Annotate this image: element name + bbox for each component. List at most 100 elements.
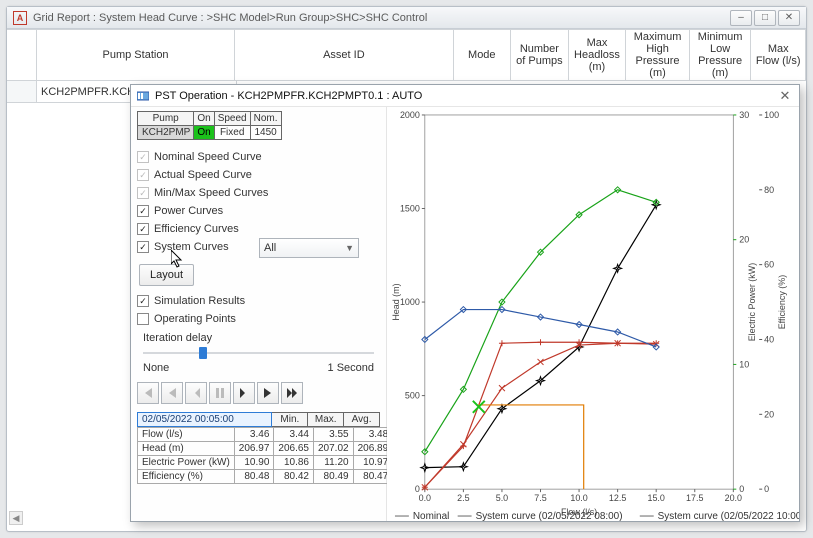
iteration-delay-label: Iteration delay xyxy=(143,332,380,344)
svg-text:80: 80 xyxy=(764,185,774,195)
summary-timestamp[interactable]: 02/05/2022 00:05:00 xyxy=(137,412,272,427)
svg-text:500: 500 xyxy=(405,391,420,401)
system-curves-select-value: All xyxy=(264,242,276,254)
checkbox-label: Power Curves xyxy=(154,205,223,217)
dialog-title-text: PST Operation - KCH2PMPFR.KCH2PMPT0.1 : … xyxy=(155,90,771,102)
svg-text:Nominal: Nominal xyxy=(413,511,449,521)
slider-thumb[interactable] xyxy=(199,347,207,359)
play-button[interactable] xyxy=(257,382,279,404)
svg-text:0: 0 xyxy=(764,484,769,494)
summary-cell: 207.02 xyxy=(313,442,353,456)
pump-table-head-speed: Speed xyxy=(214,112,250,126)
iteration-delay-slider[interactable] xyxy=(143,346,374,360)
checkbox-box-icon xyxy=(137,151,149,163)
summary-cell: 80.42 xyxy=(274,470,314,484)
checkbox-op[interactable]: Operating Points xyxy=(137,310,380,328)
checkbox-label: Efficiency Curves xyxy=(154,223,239,235)
chart-area[interactable]: 05001000150020000.02.55.07.510.012.515.0… xyxy=(387,107,799,521)
step-back-button[interactable] xyxy=(161,382,183,404)
grid-col-6[interactable]: Maximum High Pressure (m) xyxy=(626,29,690,80)
checkbox-label: Operating Points xyxy=(154,313,236,325)
checkbox-label: Actual Speed Curve xyxy=(154,169,252,181)
controls-panel: Pump On Speed Nom. KCH2PMP On Fixed 1450… xyxy=(131,107,387,521)
grid-col-3[interactable]: Mode xyxy=(454,29,512,80)
grid-col-7[interactable]: Minimum Low Pressure (m) xyxy=(690,29,752,80)
svg-text:20: 20 xyxy=(764,409,774,419)
checkbox-sim[interactable]: Simulation Results xyxy=(137,292,380,310)
pump-table-head-on: On xyxy=(194,112,214,126)
grid-col-8[interactable]: Max Flow (l/s) xyxy=(751,29,806,80)
summary-table: 02/05/2022 00:05:00 Min. Max. Avg. Flow … xyxy=(137,412,380,484)
pump-on-cell[interactable]: On xyxy=(194,126,214,140)
svg-text:0: 0 xyxy=(739,484,744,494)
pst-operation-dialog: PST Operation - KCH2PMPFR.KCH2PMPT0.1 : … xyxy=(130,84,800,522)
summary-cell: 3.46 xyxy=(234,428,274,442)
checkbox-label: Min/Max Speed Curves xyxy=(154,187,268,199)
svg-text:10.0: 10.0 xyxy=(570,493,587,503)
svg-text:Efficiency (%): Efficiency (%) xyxy=(777,275,787,329)
maximize-button[interactable]: □ xyxy=(754,10,776,26)
svg-text:1500: 1500 xyxy=(400,203,420,213)
grid-col-1[interactable]: Pump Station xyxy=(37,29,235,80)
svg-text:2.5: 2.5 xyxy=(457,493,469,503)
system-curves-select[interactable]: All ▼ xyxy=(259,238,359,258)
close-button[interactable]: ✕ xyxy=(778,10,800,26)
grid-col-0[interactable] xyxy=(7,29,37,80)
grid-col-2[interactable]: Asset ID xyxy=(235,29,453,80)
pump-table: Pump On Speed Nom. KCH2PMP On Fixed 1450 xyxy=(137,111,282,140)
scroll-left-button[interactable]: ◀ xyxy=(9,511,23,525)
dialog-titlebar[interactable]: PST Operation - KCH2PMPFR.KCH2PMPT0.1 : … xyxy=(131,85,799,107)
svg-text:System curve (02/05/2022 10:00: System curve (02/05/2022 10:00) xyxy=(658,511,799,521)
pump-name-cell[interactable]: KCH2PMP xyxy=(138,126,194,140)
checkbox-power[interactable]: Power Curves xyxy=(137,202,380,220)
frame-back-button[interactable] xyxy=(185,382,207,404)
checkbox-label: Simulation Results xyxy=(154,295,245,307)
frame-fwd-button[interactable] xyxy=(233,382,255,404)
checkbox-label: Nominal Speed Curve xyxy=(154,151,262,163)
dialog-close-button[interactable]: ✕ xyxy=(777,88,793,104)
svg-text:60: 60 xyxy=(764,260,774,270)
svg-text:12.5: 12.5 xyxy=(609,493,626,503)
minimize-button[interactable]: – xyxy=(730,10,752,26)
checkbox-box-icon xyxy=(137,313,149,325)
slider-max-label: 1 Second xyxy=(328,362,374,374)
skip-start-button[interactable] xyxy=(137,382,159,404)
checkbox-actual: Actual Speed Curve xyxy=(137,166,380,184)
summary-cell: 3.44 xyxy=(274,428,314,442)
layout-button[interactable]: Layout xyxy=(139,264,194,286)
app-logo-icon: A xyxy=(13,11,27,25)
summary-col-max: Max. xyxy=(308,412,344,427)
pump-table-head-nom: Nom. xyxy=(250,112,281,126)
summary-cell: 10.90 xyxy=(234,456,274,470)
svg-text:7.5: 7.5 xyxy=(534,493,546,503)
checkbox-box-icon xyxy=(137,223,149,235)
playback-controls xyxy=(137,382,380,404)
grid-head: Pump StationAsset IDModeNumber of PumpsM… xyxy=(7,29,806,81)
pump-table-head-pump: Pump xyxy=(138,112,194,126)
summary-row-label: Flow (l/s) xyxy=(138,428,235,442)
svg-text:1000: 1000 xyxy=(400,297,420,307)
summary-cell: 80.49 xyxy=(313,470,353,484)
checkbox-minmax: Min/Max Speed Curves xyxy=(137,184,380,202)
summary-row-label: Efficiency (%) xyxy=(138,470,235,484)
svg-text:Head (m): Head (m) xyxy=(391,283,401,320)
pump-nom-cell[interactable]: 1450 xyxy=(250,126,281,140)
pump-speed-cell[interactable]: Fixed xyxy=(214,126,250,140)
svg-text:System curve (02/05/2022 08:00: System curve (02/05/2022 08:00) xyxy=(476,511,623,521)
skip-end-button[interactable] xyxy=(281,382,303,404)
svg-text:20: 20 xyxy=(739,235,749,245)
summary-row-label: Electric Power (kW) xyxy=(138,456,235,470)
svg-text:15.0: 15.0 xyxy=(647,493,664,503)
svg-text:20.0: 20.0 xyxy=(725,493,742,503)
checkbox-box-icon xyxy=(137,187,149,199)
summary-col-avg: Avg. xyxy=(344,412,380,427)
pause-button[interactable] xyxy=(209,382,231,404)
checkbox-eff[interactable]: Efficiency Curves xyxy=(137,220,380,238)
grid-row-marker[interactable] xyxy=(7,81,37,103)
grid-col-4[interactable]: Number of Pumps xyxy=(511,29,569,80)
grid-col-5[interactable]: Max Headloss (m) xyxy=(569,29,627,80)
summary-cell: 10.86 xyxy=(274,456,314,470)
summary-cell: 80.48 xyxy=(234,470,274,484)
svg-text:Electric Power (kW): Electric Power (kW) xyxy=(747,263,757,341)
svg-text:0.0: 0.0 xyxy=(419,493,431,503)
